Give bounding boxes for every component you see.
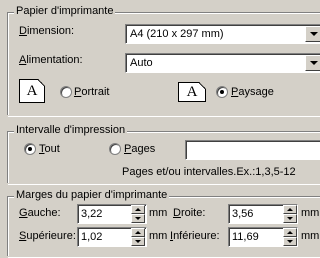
- top-margin-unit: mm: [149, 230, 168, 242]
- spin-up-button[interactable]: [131, 228, 145, 237]
- all-pages-label[interactable]: Tout: [39, 143, 60, 156]
- landscape-radio[interactable]: [216, 86, 228, 98]
- bottom-margin-spinner[interactable]: [283, 228, 297, 246]
- paper-group-legend: Papier d'imprimante: [14, 5, 116, 18]
- dimension-select[interactable]: A4 (210 x 297 mm): [125, 24, 320, 44]
- dimension-dropdown-button[interactable]: [305, 26, 320, 42]
- arrow-up-icon: [135, 231, 141, 234]
- spin-down-button[interactable]: [131, 214, 145, 223]
- arrow-up-icon: [135, 208, 141, 211]
- bottom-margin-unit: mm: [301, 230, 320, 242]
- dimension-select-value: A4 (210 x 297 mm): [130, 28, 224, 40]
- arrow-down-icon: [287, 217, 293, 220]
- spin-up-button[interactable]: [283, 228, 297, 237]
- arrow-down-icon: [135, 217, 141, 220]
- pages-hint: Pages et/ou intervalles.Ex.:1,3,5-12: [122, 166, 296, 178]
- left-margin-unit: mm: [149, 207, 168, 219]
- all-pages-radio[interactable]: [24, 143, 36, 155]
- spin-down-button[interactable]: [283, 214, 297, 223]
- arrow-down-icon: [135, 240, 141, 243]
- print-range-legend: Intervalle d'impression: [14, 124, 128, 137]
- top-margin-label: Supérieure:: [19, 230, 76, 242]
- arrow-up-icon: [287, 231, 293, 234]
- pages-label[interactable]: Pages: [124, 143, 155, 156]
- feed-select-value: Auto: [130, 57, 153, 69]
- arrow-up-icon: [287, 208, 293, 211]
- spin-up-button[interactable]: [283, 205, 297, 214]
- portrait-page-icon: A: [19, 79, 45, 103]
- margins-legend: Marges du papier d'imprimante: [14, 189, 170, 202]
- chevron-down-icon: [310, 32, 318, 36]
- feed-dropdown-button[interactable]: [305, 55, 320, 71]
- landscape-label[interactable]: Paysage: [231, 86, 274, 99]
- right-margin-unit: mm: [301, 207, 320, 219]
- pages-radio[interactable]: [109, 143, 121, 155]
- spin-down-button[interactable]: [131, 237, 145, 246]
- left-margin-spinner[interactable]: [131, 205, 145, 223]
- spin-up-button[interactable]: [131, 205, 145, 214]
- left-margin-label: Gauche:: [19, 207, 61, 219]
- dimension-label: Dimension:: [19, 25, 75, 37]
- arrow-down-icon: [287, 240, 293, 243]
- chevron-down-icon: [310, 61, 318, 65]
- right-margin-spinner[interactable]: [283, 205, 297, 223]
- portrait-label[interactable]: Portrait: [74, 86, 109, 99]
- landscape-page-icon: A: [178, 82, 206, 102]
- pages-input[interactable]: [185, 140, 320, 160]
- feed-label: Alimentation:: [19, 54, 83, 66]
- spin-down-button[interactable]: [283, 237, 297, 246]
- portrait-radio[interactable]: [60, 86, 72, 98]
- top-margin-spinner[interactable]: [131, 228, 145, 246]
- bottom-margin-label: Inférieure:: [170, 230, 220, 242]
- feed-select[interactable]: Auto: [125, 53, 320, 73]
- right-margin-label: Droite:: [173, 207, 206, 219]
